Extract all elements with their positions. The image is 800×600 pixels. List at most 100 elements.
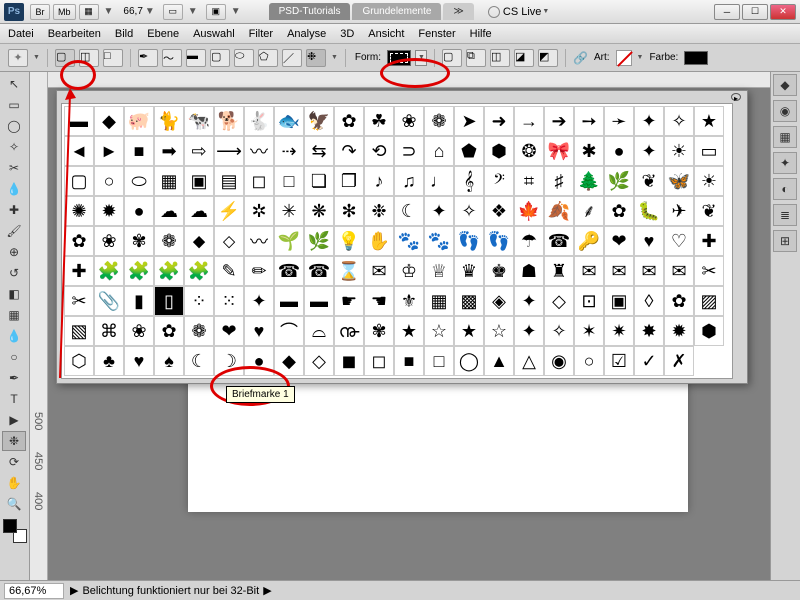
shape-cell[interactable]: ⌓ <box>304 316 334 346</box>
shape-cell[interactable]: ⁘ <box>184 286 214 316</box>
crop-tool[interactable]: ✂ <box>2 158 26 178</box>
panel-masks-icon[interactable]: ◐ <box>773 178 797 200</box>
shape-cell[interactable]: ⟲ <box>364 136 394 166</box>
shape-cell[interactable]: ▦ <box>154 166 184 196</box>
line-icon[interactable]: ／ <box>282 49 302 67</box>
shape-cell[interactable]: ❁ <box>184 316 214 346</box>
shape-cell[interactable]: ▧ <box>64 316 94 346</box>
shape-cell[interactable]: ✾ <box>364 316 394 346</box>
close-button[interactable]: ✕ <box>770 4 796 20</box>
dodge-tool[interactable]: ○ <box>2 347 26 367</box>
minibridge-button[interactable]: Mb <box>53 4 76 20</box>
shape-cell[interactable]: ○ <box>94 166 124 196</box>
shape-cell[interactable]: 🦅 <box>304 106 334 136</box>
shape-layers-button[interactable]: ▢ <box>55 49 75 67</box>
view-mode-dropdown[interactable]: ▦▼ <box>79 4 114 20</box>
shape-cell[interactable]: 🐟 <box>274 106 304 136</box>
shape-cell[interactable]: ◆ <box>274 346 304 376</box>
shape-cell[interactable]: ● <box>124 196 154 226</box>
tab-more[interactable]: ≫ <box>443 3 473 20</box>
menu-filter[interactable]: Filter <box>249 28 273 40</box>
shape-cell[interactable]: ✿ <box>604 196 634 226</box>
panel-swatches-icon[interactable]: ◉ <box>773 100 797 122</box>
shape-cell[interactable]: 🐈 <box>154 106 184 136</box>
zoom-field[interactable]: 66,67% <box>4 583 64 599</box>
shape-cell[interactable]: ○ <box>574 346 604 376</box>
shape-cell[interactable]: 🎀 <box>544 136 574 166</box>
shape-cell[interactable]: ✳ <box>274 196 304 226</box>
panel-adjust-icon[interactable]: ✦ <box>773 152 797 174</box>
shape-cell[interactable]: 🍂 <box>544 196 574 226</box>
shape-cell[interactable]: 👣 <box>484 226 514 256</box>
shape-preview[interactable] <box>387 50 411 66</box>
shape-cell[interactable]: ❤ <box>604 226 634 256</box>
menu-3d[interactable]: 3D <box>340 28 354 40</box>
shape-cell[interactable]: ♣ <box>94 346 124 376</box>
shape-cell[interactable]: ✺ <box>64 196 94 226</box>
shape-cell[interactable]: ☎ <box>304 256 334 286</box>
shape-cell[interactable]: ▩ <box>454 286 484 316</box>
shape-cell[interactable]: 🌿 <box>304 226 334 256</box>
shape-cell[interactable]: ▢ <box>64 166 94 196</box>
shape-cell[interactable]: ☁ <box>184 196 214 226</box>
shape-cell[interactable]: ✗ <box>664 346 694 376</box>
shape-cell[interactable]: ☛ <box>334 286 364 316</box>
shape-cell[interactable]: ✸ <box>634 316 664 346</box>
shape-cell[interactable]: ▨ <box>694 286 724 316</box>
shape-cell[interactable]: ✿ <box>154 316 184 346</box>
shape-cell[interactable]: ✹ <box>664 316 694 346</box>
shape-cell[interactable]: 🦋 <box>664 166 694 196</box>
fill-pixels-button[interactable]: □ <box>103 49 123 67</box>
shape-cell[interactable]: ✉ <box>364 256 394 286</box>
shape-cell[interactable]: 🌲 <box>574 166 604 196</box>
shape-cell[interactable]: ✏ <box>244 256 274 286</box>
shape-cell[interactable]: ☾ <box>184 346 214 376</box>
menu-analyse[interactable]: Analyse <box>287 28 326 40</box>
shape-cell[interactable]: ✦ <box>634 106 664 136</box>
shape-cell[interactable]: ⬭ <box>124 166 154 196</box>
shape-cell[interactable]: ▬ <box>274 286 304 316</box>
zoom-tool[interactable]: 🔍 <box>2 494 26 514</box>
pathop-add-icon[interactable]: ⧉ <box>466 49 486 67</box>
rounded-rect-icon[interactable]: ▢ <box>210 49 230 67</box>
shape-cell[interactable]: ☎ <box>544 226 574 256</box>
shape-cell[interactable]: ✚ <box>694 226 724 256</box>
shape-cell[interactable]: ✿ <box>334 106 364 136</box>
shape-cell[interactable]: ↷ <box>334 136 364 166</box>
shape-cell[interactable]: ✧ <box>544 316 574 346</box>
shape-cell[interactable]: ✉ <box>664 256 694 286</box>
shape-cell[interactable]: ✧ <box>664 106 694 136</box>
shape-cell[interactable]: ✲ <box>244 196 274 226</box>
shape-cell[interactable]: ⚡ <box>214 196 244 226</box>
shape-cell[interactable]: 🐾 <box>424 226 454 256</box>
shape-cell[interactable]: ✚ <box>64 256 94 286</box>
shape-cell[interactable]: ■ <box>124 136 154 166</box>
3d-tool[interactable]: ⟳ <box>2 452 26 472</box>
cslive-button[interactable]: CS Live▼ <box>488 6 549 18</box>
custom-shape-tool-icon[interactable]: ✦ <box>8 49 28 67</box>
shape-cell[interactable]: ► <box>94 136 124 166</box>
shape-cell[interactable]: ✷ <box>604 316 634 346</box>
shape-cell[interactable]: ✱ <box>574 136 604 166</box>
pathop-exclude-icon[interactable]: ◩ <box>538 49 558 67</box>
pathop-subtract-icon[interactable]: ◫ <box>490 49 510 67</box>
shape-cell[interactable]: ☚ <box>364 286 394 316</box>
shape-cell[interactable]: ◯ <box>454 346 484 376</box>
shape-cell[interactable]: ✈ <box>664 196 694 226</box>
shape-cell[interactable]: ◇ <box>304 346 334 376</box>
shape-cell[interactable]: ✦ <box>634 136 664 166</box>
menu-bild[interactable]: Bild <box>115 28 133 40</box>
shape-cell[interactable]: ⬦ <box>214 226 244 256</box>
shape-cell[interactable]: □ <box>424 346 454 376</box>
shape-cell[interactable]: ☀ <box>694 166 724 196</box>
panel-channels-icon[interactable]: ⊞ <box>773 230 797 252</box>
pathop-intersect-icon[interactable]: ◪ <box>514 49 534 67</box>
eyedropper-tool[interactable]: 💧 <box>2 179 26 199</box>
shape-cell[interactable]: ⇨ <box>184 136 214 166</box>
shape-cell[interactable]: ✉ <box>574 256 604 286</box>
shape-cell[interactable]: ⬢ <box>694 316 724 346</box>
shape-cell[interactable]: ♥ <box>634 226 664 256</box>
shape-cell[interactable]: ☘ <box>364 106 394 136</box>
shape-cell[interactable]: ● <box>604 136 634 166</box>
healing-tool[interactable]: ✚ <box>2 200 26 220</box>
